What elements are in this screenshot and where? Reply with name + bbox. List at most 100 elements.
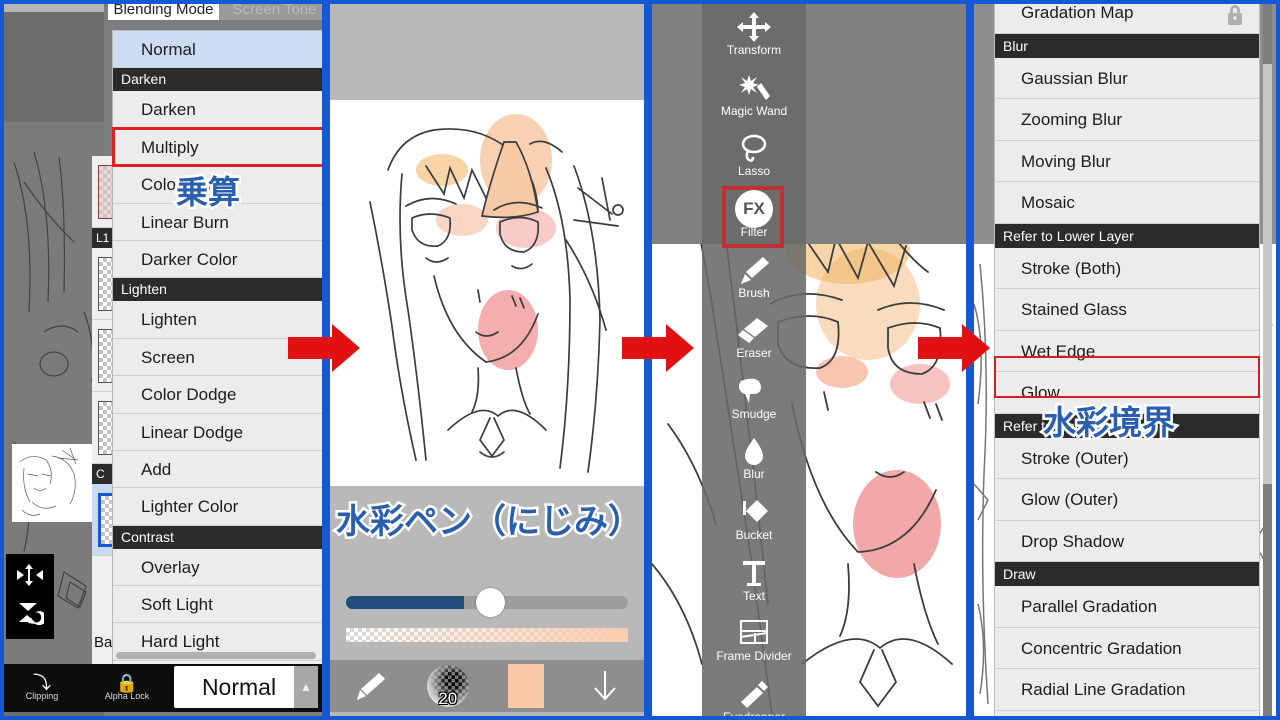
tool-label: Frame Divider	[716, 649, 792, 664]
slider-fill	[346, 596, 464, 609]
canvas-artwork-lineart[interactable]	[330, 100, 644, 486]
blend-mode-item[interactable]: Linear Dodge	[113, 413, 322, 451]
filter-item-label: Wet Edge	[1021, 341, 1096, 361]
tool-lasso[interactable]: Lasso	[702, 125, 806, 186]
blend-group-header: Lighten	[113, 278, 322, 302]
blend-mode-item[interactable]: Soft Light	[113, 586, 322, 624]
filter-item[interactable]: Stroke (Both)	[995, 247, 1259, 289]
tool-blur[interactable]: Blur	[702, 428, 806, 489]
panel1-tabs[interactable]: Blending Mode Screen Tone	[108, 4, 322, 20]
tool-label: Text	[742, 588, 765, 603]
down-arrow-icon	[594, 671, 616, 701]
filter-item-label: Gaussian Blur	[1021, 68, 1128, 88]
slider-knob[interactable]	[476, 588, 505, 617]
color-picker-button[interactable]	[487, 664, 566, 708]
alpha-lock-icon: 🔒	[115, 673, 139, 693]
blend-mode-item[interactable]: Darken	[113, 91, 322, 129]
filter-item-label: Stained Glass	[1021, 300, 1127, 319]
filter-item[interactable]: Gradation Map	[995, 3, 1259, 34]
tool-label: Magic Wand	[720, 103, 788, 118]
blend-mode-item[interactable]: Darker Color	[113, 240, 322, 279]
panel-blending-mode: L1 C Ba Blending Mode Screen Tone Normal…	[0, 0, 326, 720]
tool-text[interactable]: Text	[702, 549, 806, 610]
filter-item[interactable]: Radial Line Gradation	[995, 669, 1259, 711]
brush-size-value: 20	[438, 689, 458, 708]
tool-label: Eraser	[736, 346, 772, 361]
download-arrow-button[interactable]	[566, 668, 645, 704]
tool-bucket[interactable]: Bucket	[702, 489, 806, 550]
tool-magic-wand[interactable]: Magic Wand	[702, 65, 806, 126]
filter-item[interactable]: Drop Shadow	[995, 520, 1259, 562]
filter-item[interactable]: Glow (Outer)	[995, 479, 1259, 521]
blur-drop-icon	[737, 435, 771, 467]
blend-mode-item[interactable]: Color Dodge	[113, 376, 322, 414]
flow-arrow-2	[622, 324, 694, 372]
filter-group-header: Refer to Lower Layer	[995, 223, 1259, 248]
flow-arrow-1	[288, 324, 360, 372]
eraser-icon	[737, 314, 771, 346]
tool-brush[interactable]: Brush	[702, 246, 806, 307]
tool-eraser[interactable]: Eraser	[702, 307, 806, 368]
flow-arrow-3	[918, 324, 990, 372]
clipping-button[interactable]: ⤵ Clipping	[6, 666, 78, 710]
tool-smudge[interactable]: Smudge	[702, 368, 806, 429]
filter-item[interactable]: Stained Glass	[995, 289, 1259, 331]
expand-caret-button[interactable]: ▲	[294, 666, 318, 708]
panel-canvas-brush: 水彩ペン（にじみ） 20	[326, 0, 648, 720]
tab-screen-tone[interactable]: Screen Tone	[219, 4, 322, 20]
brush-size-slider[interactable]	[346, 588, 628, 617]
blend-mode-item[interactable]: Lighter Color	[113, 488, 322, 526]
filter-list[interactable]: Gradation Map Blur Gaussian Blur Zooming Bl…	[994, 3, 1260, 716]
opacity-gradient-bar[interactable]	[346, 628, 628, 642]
filter-item[interactable]: Concentric Gradation	[995, 627, 1259, 669]
filter-item-label: Gradation Map	[1021, 3, 1134, 22]
panel-filter-list: Gradation Map Blur Gaussian Blur Zooming Bl…	[970, 0, 1280, 720]
blend-group-header: Darken	[113, 68, 322, 92]
alpha-lock-label: Alpha Lock	[104, 691, 150, 701]
filter-item[interactable]: Zooming Blur	[995, 99, 1259, 141]
filter-item[interactable]: Mosaic	[995, 182, 1259, 224]
filter-item[interactable]: Moving Blur	[995, 140, 1259, 182]
panel2-bottom-toolbar: 20	[330, 660, 644, 712]
current-blend-mode-display[interactable]: Normal	[174, 666, 304, 708]
filter-item[interactable]: Parallel Gradation	[995, 586, 1259, 628]
blend-mode-item[interactable]: Overlay	[113, 548, 322, 587]
layer-thumbnail-large[interactable]	[12, 444, 96, 522]
annotation-wet-edge-jp: 水彩境界	[1041, 401, 1178, 445]
character-lineart-1	[330, 100, 644, 486]
tool-label: Bucket	[735, 528, 773, 543]
brush-size-button[interactable]: 20	[409, 665, 488, 708]
tool-frame-divider[interactable]: Frame Divider	[702, 610, 806, 671]
alpha-lock-button[interactable]: 🔒 Alpha Lock	[84, 666, 170, 710]
filter-item-label: Radial Line Gradation	[1021, 680, 1186, 699]
tool-label: Transform	[726, 43, 782, 58]
tutorial-collage: L1 C Ba Blending Mode Screen Tone Normal…	[0, 0, 1280, 720]
tool-transform[interactable]: Transform	[702, 4, 806, 65]
panel2-top-gray	[330, 4, 644, 100]
tool-label: Brush	[738, 285, 770, 300]
annotation-watercolor-pen-jp: 水彩ペン（にじみ）	[334, 500, 645, 545]
brush-tool-button[interactable]	[330, 669, 409, 703]
color-swatch	[508, 664, 545, 708]
filter-item[interactable]: Gaussian Blur	[995, 57, 1259, 99]
tool-eyedropper[interactable]: Eyedropper	[702, 671, 806, 716]
filter-item-label: Glow (Outer)	[1021, 490, 1119, 509]
filter-group-label: Blur	[1003, 37, 1028, 54]
blend-mode-item[interactable]: Multiply	[113, 128, 322, 167]
magic-wand-icon	[737, 72, 771, 104]
annotation-multiply-jp: 乗算	[173, 171, 242, 214]
filter-list-scrollbar[interactable]	[1263, 4, 1272, 716]
blending-list-scrollbar[interactable]	[116, 652, 316, 659]
filter-item-label: Concentric Gradation	[1021, 638, 1182, 658]
tab-blending-mode[interactable]: Blending Mode	[108, 4, 219, 20]
frame-divider-icon	[737, 617, 771, 649]
tool-palette[interactable]: Transform Magic Wand Lasso FX Filter Brush Era…	[702, 4, 806, 716]
flip-horizontal-icon[interactable]	[14, 560, 46, 590]
filter-item[interactable]: Wet Edge	[995, 330, 1259, 372]
flip-vertical-icon[interactable]	[14, 598, 46, 628]
filter-group-header: Blur	[995, 33, 1259, 58]
blend-mode-item[interactable]: Add	[113, 450, 322, 489]
clipping-arrow-icon: ⤵	[33, 673, 51, 693]
filter-group-header: Draw	[995, 562, 1259, 586]
blend-mode-item[interactable]: Normal	[113, 31, 322, 69]
